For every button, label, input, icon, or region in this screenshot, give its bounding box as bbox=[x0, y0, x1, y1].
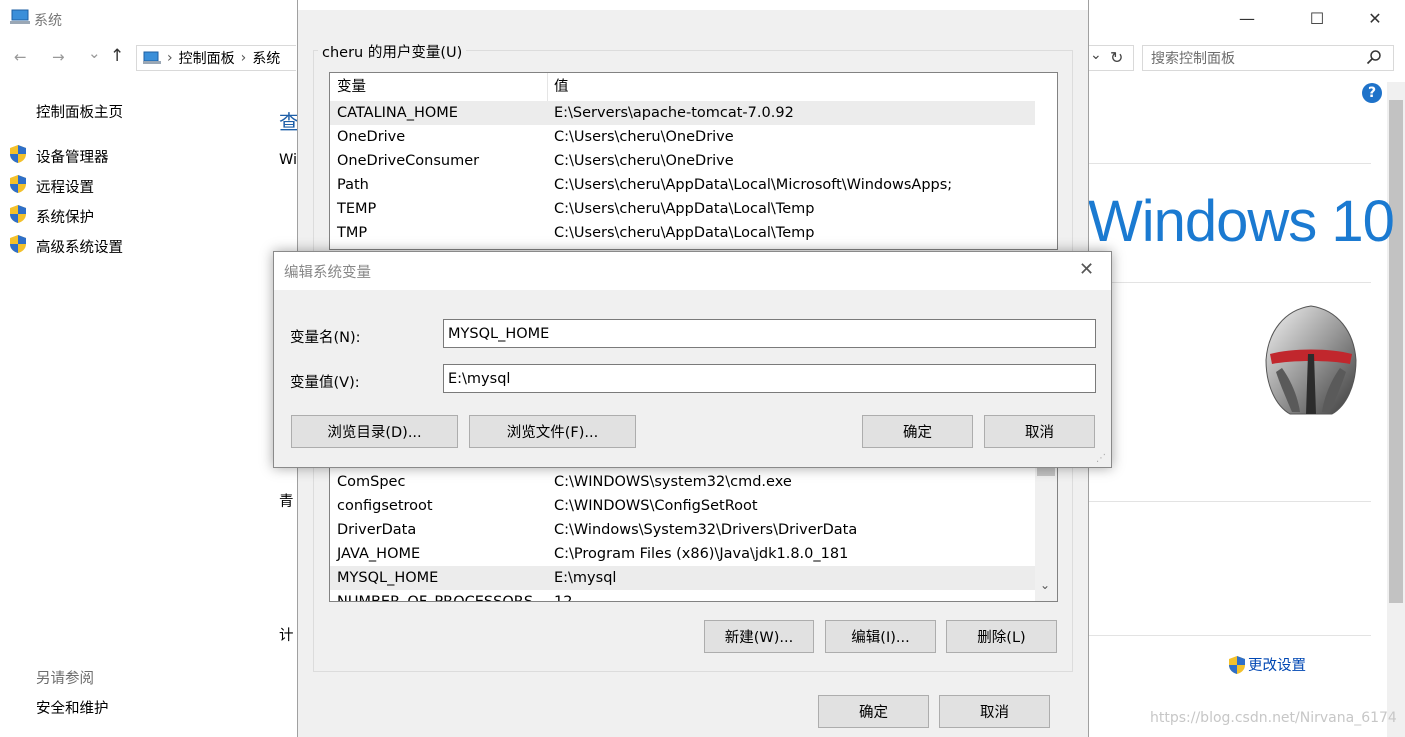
search-input[interactable]: 搜索控制面板 bbox=[1142, 45, 1394, 71]
see-also-security-maintenance[interactable]: 安全和维护 bbox=[36, 697, 109, 718]
shield-icon bbox=[1229, 655, 1245, 674]
shield-icon bbox=[10, 145, 26, 163]
variable-value-label: 变量值(V): bbox=[290, 375, 360, 391]
table-row[interactable]: JAVA_HOME C:\Program Files (x86)\Java\jdk… bbox=[330, 542, 1035, 566]
edit-button[interactable]: 编辑(I)... bbox=[825, 620, 936, 653]
oem-helmet-logo bbox=[1265, 305, 1357, 415]
maximize-icon: ☐ bbox=[1309, 8, 1325, 28]
watermark: https://blog.csdn.net/Nirvana_6174 bbox=[1150, 710, 1397, 726]
cancel-button[interactable]: 取消 bbox=[939, 695, 1050, 728]
sidebar-control-panel-home[interactable]: 控制面板主页 bbox=[36, 101, 123, 122]
main-text-partial: Wi bbox=[279, 152, 298, 168]
maximize-button[interactable]: ☐ bbox=[1294, 0, 1340, 36]
back-arrow-icon[interactable]: ← bbox=[14, 48, 27, 66]
user-variables-table[interactable]: 变量 值 CATALINA_HOME E:\Servers\apache-tomc… bbox=[329, 72, 1058, 250]
shield-icon bbox=[10, 205, 26, 223]
table-row[interactable]: Path C:\Users\cheru\AppData\Local\Microso… bbox=[330, 173, 1035, 197]
divider bbox=[1088, 501, 1371, 502]
search-placeholder: 搜索控制面板 bbox=[1151, 51, 1235, 67]
table-row[interactable]: MYSQL_HOME E:\mysql bbox=[330, 566, 1035, 590]
edit-dialog-titlebar bbox=[274, 252, 1111, 290]
breadcrumb-separator: › bbox=[240, 50, 247, 66]
sidebar-item-advanced-settings[interactable]: 高级系统设置 bbox=[36, 236, 123, 257]
search-icon[interactable] bbox=[1366, 49, 1382, 65]
change-settings-link[interactable]: 更改设置 bbox=[1228, 654, 1306, 675]
column-header-value[interactable]: 值 bbox=[554, 73, 1034, 101]
minimize-icon: — bbox=[1239, 8, 1255, 28]
main-text-partial: 计 bbox=[279, 628, 294, 644]
new-button[interactable]: 新建(W)... bbox=[704, 620, 814, 653]
variable-name-value: MYSQL_HOME bbox=[448, 325, 550, 342]
divider bbox=[1088, 163, 1371, 164]
table-row[interactable]: DriverData C:\Windows\System32\Drivers\Dr… bbox=[330, 518, 1035, 542]
forward-arrow-icon[interactable]: → bbox=[52, 48, 65, 66]
recent-locations-icon[interactable]: ⌄ bbox=[88, 44, 101, 62]
dialog-titlebar bbox=[298, 0, 1088, 10]
sidebar-item-remote-settings[interactable]: 远程设置 bbox=[36, 176, 94, 197]
help-icon[interactable]: ? bbox=[1362, 83, 1382, 103]
divider bbox=[1088, 635, 1371, 636]
table-row[interactable]: NUMBER_OF_PROCESSORS 12 bbox=[330, 590, 1035, 601]
refresh-icon[interactable]: ↻ bbox=[1110, 48, 1123, 67]
change-settings-label: 更改设置 bbox=[1248, 658, 1306, 674]
close-button[interactable]: ✕ bbox=[1352, 0, 1398, 36]
edit-dialog-title: 编辑系统变量 bbox=[284, 265, 371, 281]
windows-10-logo: Windows 10 bbox=[1088, 189, 1395, 254]
breadcrumb-system[interactable]: 系统 bbox=[252, 48, 280, 68]
system-icon bbox=[10, 9, 30, 24]
edit-ok-button[interactable]: 确定 bbox=[862, 415, 973, 448]
control-panel-icon bbox=[143, 51, 161, 64]
variable-name-input[interactable]: MYSQL_HOME bbox=[443, 319, 1096, 348]
table-row[interactable]: configsetroot C:\WINDOWS\ConfigSetRoot bbox=[330, 494, 1035, 518]
up-arrow-icon[interactable]: ↑ bbox=[110, 46, 124, 66]
table-row[interactable]: TEMP C:\Users\cheru\AppData\Local\Temp bbox=[330, 197, 1035, 221]
table-row[interactable]: ComSpec C:\WINDOWS\system32\cmd.exe bbox=[330, 470, 1035, 494]
browse-directory-button[interactable]: 浏览目录(D)... bbox=[291, 415, 458, 448]
variable-value-input[interactable]: E:\mysql bbox=[443, 364, 1096, 393]
table-row[interactable]: OneDrive C:\Users\cheru\OneDrive bbox=[330, 125, 1035, 149]
edit-cancel-button[interactable]: 取消 bbox=[984, 415, 1095, 448]
column-header-variable[interactable]: 变量 bbox=[330, 73, 548, 101]
variable-value-value: E:\mysql bbox=[448, 370, 511, 387]
address-bar[interactable]: › 控制面板 › 系统 bbox=[136, 45, 296, 71]
close-icon: ✕ bbox=[1368, 8, 1382, 28]
system-variables-scrollbar[interactable]: ⌄ bbox=[1035, 460, 1057, 601]
user-variables-label: cheru 的用户变量(U) bbox=[318, 41, 467, 62]
table-row[interactable]: CATALINA_HOME E:\Servers\apache-tomcat-7.… bbox=[330, 101, 1035, 125]
variable-name-label: 变量名(N): bbox=[290, 330, 361, 346]
ok-button[interactable]: 确定 bbox=[818, 695, 929, 728]
breadcrumb-control-panel[interactable]: 控制面板 bbox=[179, 48, 235, 68]
address-bar-controls: ⌄ ↻ bbox=[1088, 45, 1134, 71]
breadcrumb-separator: › bbox=[167, 50, 173, 66]
shield-icon bbox=[10, 235, 26, 253]
shield-icon bbox=[10, 175, 26, 193]
table-row[interactable]: OneDriveConsumer C:\Users\cheru\OneDrive bbox=[330, 149, 1035, 173]
resize-grip-icon[interactable]: ⋰ bbox=[1096, 453, 1106, 464]
divider bbox=[1088, 282, 1371, 283]
sidebar-item-system-protection[interactable]: 系统保护 bbox=[36, 206, 94, 227]
minimize-button[interactable]: — bbox=[1224, 0, 1270, 36]
sidebar-item-device-manager[interactable]: 设备管理器 bbox=[36, 146, 109, 167]
close-icon[interactable]: ✕ bbox=[1079, 259, 1094, 280]
see-also-heading: 另请参阅 bbox=[36, 671, 94, 687]
scroll-down-icon[interactable]: ⌄ bbox=[1040, 578, 1050, 592]
main-heading-partial: 查 bbox=[279, 110, 299, 134]
address-dropdown-icon[interactable]: ⌄ bbox=[1090, 47, 1102, 63]
browse-file-button[interactable]: 浏览文件(F)... bbox=[469, 415, 636, 448]
table-row[interactable]: TMP C:\Users\cheru\AppData\Local\Temp bbox=[330, 221, 1035, 245]
page-scrollbar-thumb[interactable] bbox=[1389, 100, 1403, 603]
delete-button[interactable]: 删除(L) bbox=[946, 620, 1057, 653]
main-text-partial: 青 bbox=[279, 494, 294, 510]
window-title: 系统 bbox=[34, 13, 62, 29]
system-variables-table[interactable]: ComSpec C:\WINDOWS\system32\cmd.exe confi… bbox=[329, 460, 1058, 602]
